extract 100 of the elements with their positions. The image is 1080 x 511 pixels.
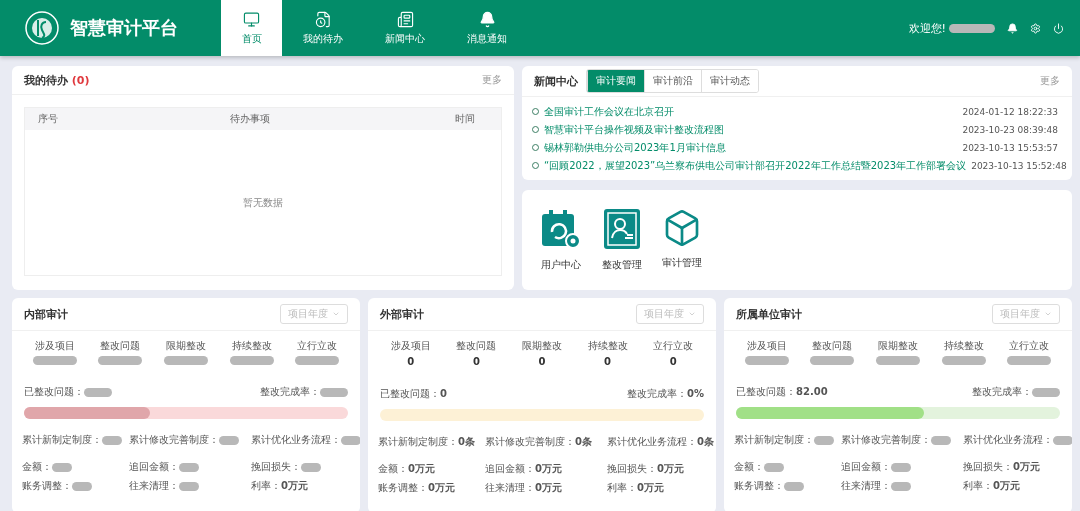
completion-rate: 整改完成率：0% — [627, 387, 704, 401]
redaction-mark — [891, 481, 911, 491]
redaction-mark — [949, 23, 995, 33]
stat-field: 累计新制定制度： — [734, 433, 814, 447]
news-tab[interactable]: 审计动态 — [701, 70, 758, 92]
redaction-mark — [164, 356, 208, 365]
app-title: 智慧审计平台 — [70, 16, 178, 40]
redaction-mark — [320, 387, 348, 397]
chevron-down-icon — [688, 310, 696, 318]
redaction-mark — [810, 356, 855, 365]
stat-field: 金额：0万元 — [378, 462, 481, 476]
more-link[interactable]: 更多 — [482, 73, 502, 87]
stat-field: 利率：0万元 — [963, 479, 1066, 493]
nav-tab[interactable]: 消息通知 — [446, 0, 528, 56]
column-header: 待办事项 — [229, 112, 271, 126]
stat-field: 往来清理： — [841, 479, 891, 493]
stat-label: 整改问题 — [812, 339, 853, 353]
stat-field: 利率：0万元 — [251, 479, 354, 493]
stat-value: 0 — [472, 356, 480, 367]
nav-tab[interactable]: 首页 — [221, 0, 282, 56]
column-header: 时间 — [454, 112, 476, 126]
stat-field: 累计优化业务流程： — [251, 433, 341, 447]
redaction-mark — [814, 435, 834, 445]
redaction-mark — [229, 356, 274, 365]
stat-field: 追回金额： — [129, 460, 179, 474]
stat-field: 金额： — [734, 460, 764, 474]
chevron-down-icon — [332, 310, 340, 318]
fixed-count: 已整改问题： — [24, 385, 84, 399]
stat-field: 累计优化业务流程： — [963, 433, 1053, 447]
completion-rate: 整改完成率： — [260, 385, 320, 399]
redaction-mark — [84, 387, 112, 397]
stat-value: 0 — [538, 356, 546, 367]
card-title: 所属单位审计 — [736, 306, 802, 322]
stat-label: 持续整改 — [231, 339, 272, 353]
news-time: 2023-10-23 08:39:48 — [962, 124, 1058, 135]
stat-label: 限期整改 — [166, 339, 206, 353]
redaction-mark — [295, 356, 340, 365]
news-link[interactable]: “回顾2022，展望2023”乌兰察布供电公司审计部召开2022年工作总结暨2023年工作部署会议 — [544, 158, 967, 173]
redaction-mark — [891, 462, 911, 472]
redaction-mark — [876, 356, 920, 365]
stat-field: 追回金额： — [841, 460, 891, 474]
stat-field: 挽回损失： — [251, 460, 301, 474]
bell-icon[interactable] — [1007, 22, 1018, 34]
news-link[interactable]: 智慧审计平台操作视频及审计整改流程图 — [544, 122, 958, 137]
redaction-mark — [219, 435, 239, 445]
stat-label: 持续整改 — [587, 339, 628, 353]
news-link[interactable]: 锡林郭勒供电分公司2023年1月审计信息 — [544, 140, 958, 155]
redaction-mark — [301, 462, 321, 472]
stat-label: 限期整改 — [878, 339, 918, 353]
power-icon[interactable] — [1053, 22, 1064, 34]
document-clock-icon — [314, 10, 332, 28]
stat-field: 账务调整： — [734, 479, 784, 493]
card-title: 内部审计 — [24, 306, 68, 322]
redaction-mark — [784, 481, 804, 491]
stat-value: 0 — [669, 356, 677, 367]
redaction-mark — [32, 356, 77, 365]
stat-label: 整改问题 — [100, 339, 141, 353]
nav-tab[interactable]: 我的待办 — [282, 0, 364, 56]
shortcut-link[interactable]: 整改管理 — [602, 258, 642, 272]
redaction-mark — [72, 481, 92, 491]
panel-title: 我的待办 (0) — [24, 72, 90, 88]
news-tab[interactable]: 审计要闻 — [587, 70, 644, 92]
stat-field: 挽回损失：0万元 — [963, 460, 1066, 474]
stat-field: 累计修改完善制度： — [841, 433, 931, 447]
stat-field: 累计新制定制度： — [22, 433, 102, 447]
stat-field: 往来清理：0万元 — [485, 481, 603, 495]
calendar-gear-icon — [540, 208, 582, 250]
greeting-text: 欢迎您! — [908, 20, 946, 36]
emblem-logo — [24, 10, 60, 46]
stat-value: 0 — [407, 356, 415, 367]
stat-value: 0 — [604, 356, 612, 367]
fixed-count: 已整改问题：0 — [380, 387, 447, 401]
stat-field: 往来清理： — [129, 479, 179, 493]
empty-message: 暂无数据 — [243, 195, 283, 210]
stat-label: 限期整改 — [522, 339, 562, 353]
stat-label: 涉及项目 — [746, 339, 787, 353]
more-link[interactable]: 更多 — [1040, 74, 1060, 88]
stat-field: 挽回损失：0万元 — [607, 462, 710, 476]
stat-field: 账务调整： — [22, 479, 72, 493]
redaction-mark — [1032, 387, 1060, 397]
column-header: 序号 — [37, 112, 59, 126]
stat-field: 累计修改完善制度： — [129, 433, 219, 447]
stat-field: 累计优化业务流程：0条 — [607, 435, 714, 449]
settings-icon[interactable] — [1030, 22, 1041, 34]
shortcut-link[interactable]: 用户中心 — [541, 258, 581, 272]
chevron-down-icon — [1044, 310, 1052, 318]
stat-field: 金额： — [22, 460, 52, 474]
stat-label: 持续整改 — [943, 339, 984, 353]
stat-label: 立行立改 — [297, 339, 338, 353]
news-link[interactable]: 全国审计工作会议在北京召开 — [544, 104, 958, 119]
redaction-mark — [52, 462, 72, 472]
shortcut-link[interactable]: 审计管理 — [662, 256, 702, 270]
user-card-icon — [603, 208, 641, 250]
redaction-mark — [179, 481, 199, 491]
stat-field: 利率：0万元 — [607, 481, 710, 495]
redaction-mark — [931, 435, 951, 445]
card-title: 外部审计 — [380, 306, 424, 322]
nav-tab[interactable]: 新闻中心 — [364, 0, 446, 56]
redaction-mark — [1053, 435, 1072, 445]
completion-rate: 整改完成率： — [972, 385, 1032, 399]
